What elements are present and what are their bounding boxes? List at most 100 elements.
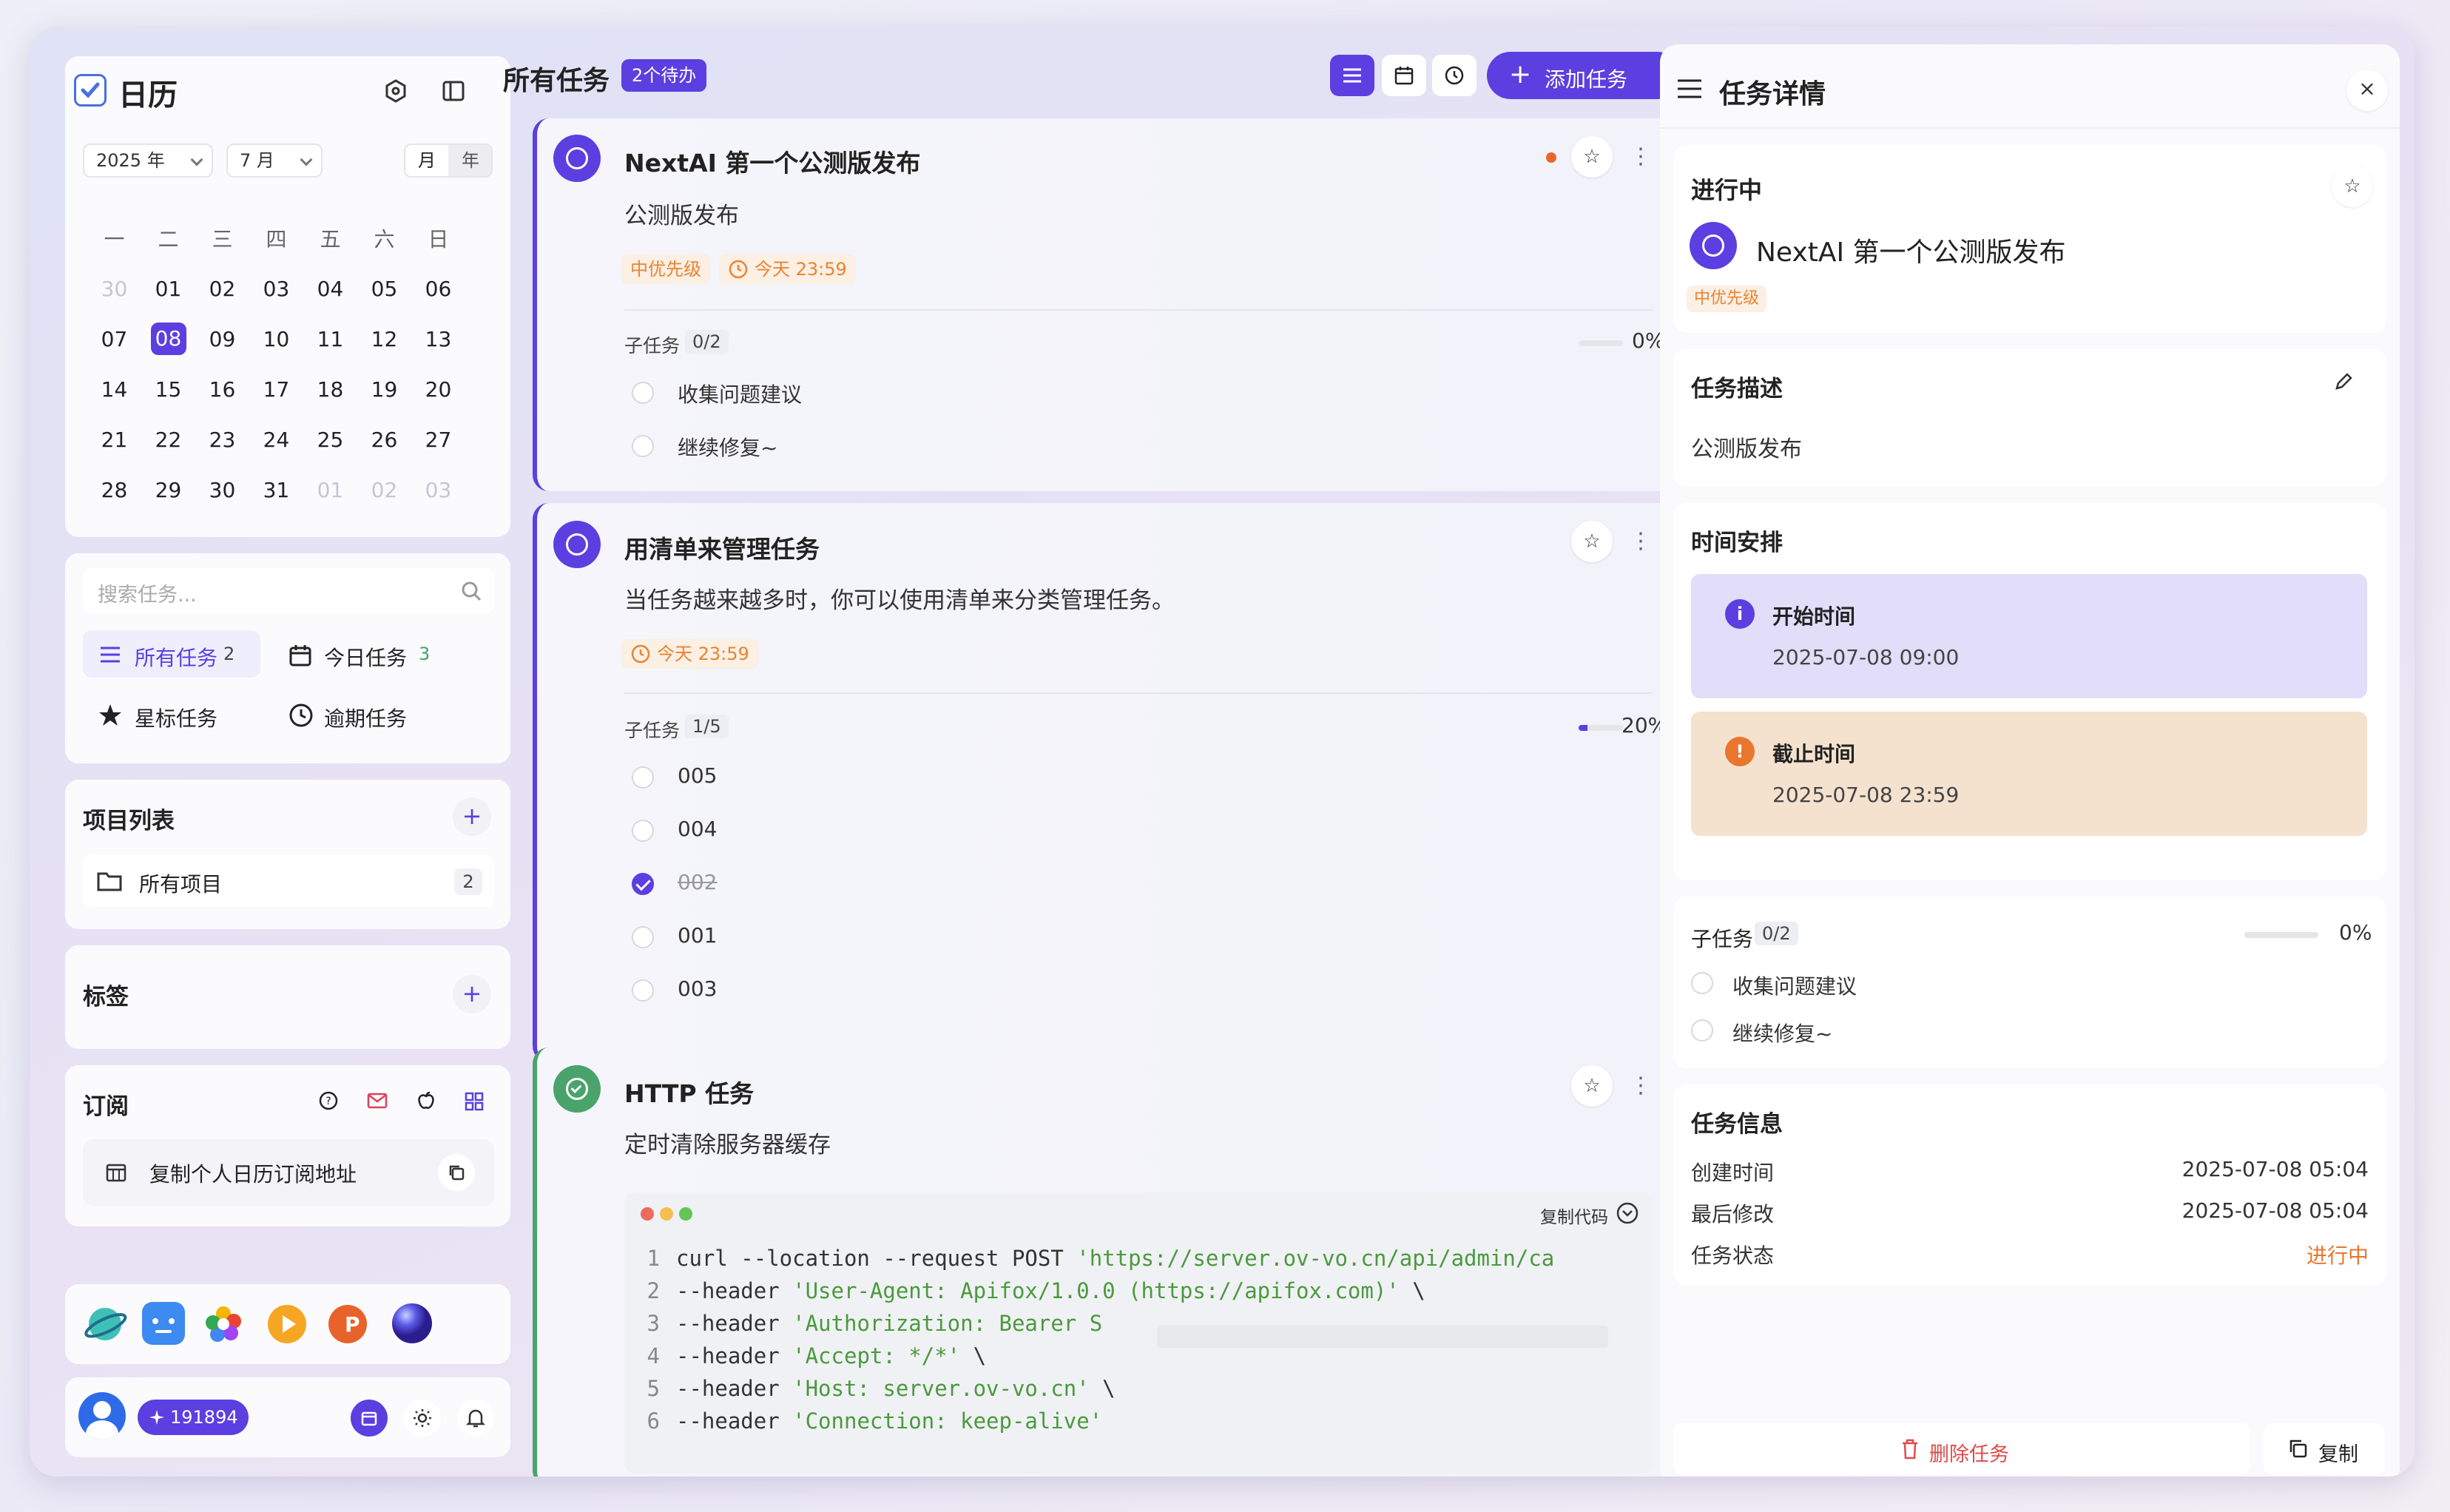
- subtask-checkbox-checked[interactable]: [632, 873, 654, 895]
- month-select[interactable]: 7 月: [226, 144, 323, 178]
- calendar-day[interactable]: 16: [195, 377, 249, 402]
- delete-task-button[interactable]: 删除任务: [1673, 1423, 2250, 1475]
- calendar-day[interactable]: 03: [249, 277, 303, 301]
- star-button[interactable]: ☆: [1571, 136, 1613, 178]
- edit-icon[interactable]: [2333, 371, 2354, 392]
- subtask-checkbox[interactable]: [632, 926, 654, 948]
- calendar-shortcut-button[interactable]: [351, 1400, 388, 1437]
- calendar-day[interactable]: 10: [249, 327, 303, 351]
- apple-icon[interactable]: [416, 1090, 436, 1111]
- calendar-day[interactable]: 18: [303, 377, 357, 402]
- points-badge[interactable]: 191894: [138, 1400, 249, 1435]
- orb-app-icon[interactable]: [389, 1300, 435, 1346]
- calendar-day[interactable]: 12: [357, 327, 411, 351]
- help-icon[interactable]: ?: [318, 1090, 339, 1111]
- calendar-day[interactable]: 07: [87, 327, 141, 351]
- add-project-button[interactable]: +: [453, 797, 491, 836]
- subtask-checkbox[interactable]: [632, 979, 654, 1002]
- menu-icon[interactable]: [1676, 77, 1703, 101]
- task-status-icon[interactable]: [553, 135, 601, 182]
- nav-today-tasks[interactable]: 今日任务 3: [287, 630, 479, 678]
- calendar-day[interactable]: 04: [303, 277, 357, 301]
- nav-starred-tasks[interactable]: 星标任务: [83, 691, 260, 738]
- subtask-checkbox[interactable]: [1691, 972, 1713, 994]
- task-card[interactable]: NextAI 第一个公测版发布 公测版发布 中优先级 今天 23:59 ☆ ⋮ …: [533, 118, 1682, 491]
- calendar-day[interactable]: 24: [249, 428, 303, 452]
- subtask-checkbox[interactable]: [632, 820, 654, 842]
- calendar-day[interactable]: 06: [411, 277, 465, 301]
- copy-url-button[interactable]: [438, 1154, 475, 1191]
- copy-code-button[interactable]: 复制代码: [1540, 1203, 1608, 1228]
- nav-overdue-tasks[interactable]: 逾期任务: [287, 691, 479, 738]
- copy-subscribe-url-row[interactable]: 复制个人日历订阅地址: [83, 1139, 494, 1206]
- calendar-day[interactable]: 01: [303, 478, 357, 502]
- calendar-day[interactable]: 21: [87, 428, 141, 452]
- task-card[interactable]: 用清单来管理任务 当任务越来越多时，你可以使用清单来分类管理任务。 今天 23:…: [533, 503, 1682, 1062]
- notification-button[interactable]: [457, 1400, 494, 1437]
- theme-toggle-button[interactable]: [404, 1400, 441, 1437]
- calendar-day[interactable]: 20: [411, 377, 465, 402]
- nav-all-tasks[interactable]: 所有任务 2: [83, 630, 260, 678]
- calendar-day[interactable]: 02: [195, 277, 249, 301]
- calendar-day[interactable]: 14: [87, 377, 141, 402]
- task-done-icon[interactable]: [553, 1065, 601, 1113]
- photos-app-icon[interactable]: [201, 1302, 246, 1346]
- calendar-day[interactable]: 11: [303, 327, 357, 351]
- close-button[interactable]: ×: [2346, 70, 2388, 111]
- star-button[interactable]: ☆: [1571, 1065, 1613, 1107]
- calendar-day[interactable]: 29: [141, 478, 195, 502]
- player-app-icon[interactable]: [265, 1302, 309, 1346]
- subtask-checkbox[interactable]: [632, 766, 654, 789]
- year-select[interactable]: 2025 年: [83, 144, 213, 178]
- calendar-day[interactable]: 01: [141, 277, 195, 301]
- view-year-button[interactable]: 年: [448, 145, 491, 176]
- project-item-all[interactable]: 所有项目 2: [83, 855, 494, 907]
- more-menu-icon[interactable]: ⋮: [1626, 1065, 1656, 1107]
- calendar-day[interactable]: 23: [195, 428, 249, 452]
- calendar-day[interactable]: 26: [357, 428, 411, 452]
- calendar-day[interactable]: 03: [411, 478, 465, 502]
- add-task-button[interactable]: + 添加任务: [1487, 52, 1681, 99]
- add-tag-button[interactable]: +: [453, 975, 491, 1013]
- task-status-icon[interactable]: [553, 521, 601, 568]
- robot-app-icon[interactable]: [142, 1302, 185, 1345]
- collapse-code-icon[interactable]: [1616, 1201, 1639, 1225]
- star-button[interactable]: ☆: [1571, 521, 1613, 562]
- calendar-day[interactable]: 02: [357, 478, 411, 502]
- mail-icon[interactable]: [367, 1092, 388, 1110]
- subtask-checkbox[interactable]: [632, 435, 654, 457]
- sidebar-toggle-icon[interactable]: [441, 78, 466, 107]
- copy-task-button[interactable]: 复制: [2264, 1423, 2385, 1475]
- calendar-day[interactable]: 22: [141, 428, 195, 452]
- view-month-button[interactable]: 月: [405, 145, 448, 176]
- calendar-day[interactable]: 05: [357, 277, 411, 301]
- task-card[interactable]: HTTP 任务 定时清除服务器缓存 ☆ ⋮ 复制代码 1 curl --locat…: [533, 1047, 1682, 1476]
- slides-app-icon[interactable]: P: [325, 1302, 370, 1346]
- windows-icon[interactable]: [465, 1092, 484, 1111]
- calendar-day[interactable]: 09: [195, 327, 249, 351]
- calendar-day[interactable]: 31: [249, 478, 303, 502]
- more-menu-icon[interactable]: ⋮: [1626, 136, 1656, 178]
- calendar-day[interactable]: 13: [411, 327, 465, 351]
- calendar-day[interactable]: 17: [249, 377, 303, 402]
- subtask-checkbox[interactable]: [632, 382, 654, 404]
- calendar-day[interactable]: 30: [195, 478, 249, 502]
- timeline-view-button[interactable]: [1432, 55, 1477, 96]
- calendar-day[interactable]: 30: [87, 277, 141, 301]
- hex-settings-icon[interactable]: [383, 78, 408, 107]
- calendar-day[interactable]: 15: [141, 377, 195, 402]
- calendar-day[interactable]: 25: [303, 428, 357, 452]
- star-button[interactable]: ☆: [2332, 166, 2373, 207]
- calendar-day[interactable]: 19: [357, 377, 411, 402]
- search-box[interactable]: 搜索任务...: [83, 568, 494, 614]
- list-view-button[interactable]: [1330, 55, 1374, 96]
- planet-app-icon[interactable]: [83, 1302, 127, 1346]
- task-status-icon[interactable]: [1690, 222, 1737, 269]
- subtask-checkbox[interactable]: [1691, 1019, 1713, 1042]
- avatar[interactable]: [78, 1392, 126, 1440]
- search-input[interactable]: 搜索任务...: [98, 578, 197, 607]
- calendar-day[interactable]: 08: [141, 323, 195, 355]
- calendar-day[interactable]: 28: [87, 478, 141, 502]
- more-menu-icon[interactable]: ⋮: [1626, 521, 1656, 562]
- calendar-day[interactable]: 27: [411, 428, 465, 452]
